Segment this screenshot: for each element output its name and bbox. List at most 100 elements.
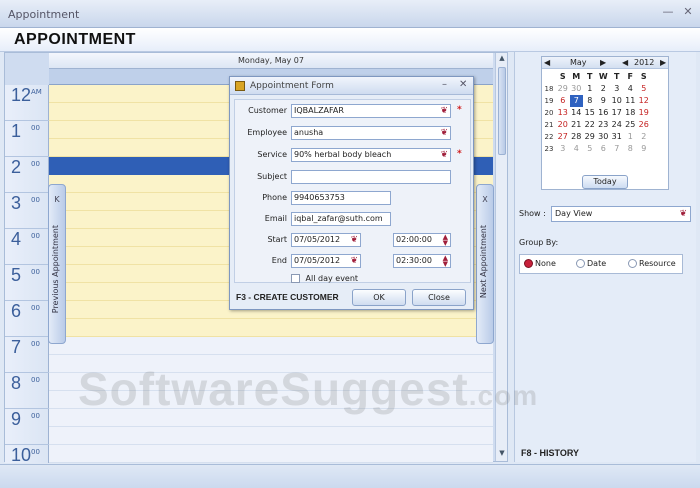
calendar-day[interactable]: 2: [597, 83, 611, 95]
calendar-day[interactable]: 29: [556, 83, 570, 95]
calendar-day[interactable]: 4: [570, 143, 584, 155]
dialog-close-icon[interactable]: ✕: [459, 79, 467, 90]
calendar-day[interactable]: 9: [597, 95, 611, 107]
calendar-day[interactable]: 8: [583, 95, 597, 107]
view-select[interactable]: Day View ❦: [551, 206, 691, 222]
calendar-day[interactable]: 25: [624, 119, 638, 131]
calendar-day[interactable]: 22: [583, 119, 597, 131]
scroll-down-icon[interactable]: ▼: [498, 449, 506, 459]
calendar-day[interactable]: 4: [624, 83, 638, 95]
month-label[interactable]: May: [570, 58, 587, 67]
calendar-day[interactable]: 6: [556, 95, 570, 107]
next-year-icon[interactable]: ▶: [660, 58, 666, 67]
next-appointment-tab[interactable]: X Next Appointment: [476, 184, 494, 344]
ok-button[interactable]: OK: [352, 289, 406, 306]
spinner-icon[interactable]: ▲ ▼: [443, 234, 448, 246]
minimize-icon[interactable]: —: [662, 6, 674, 18]
radio-icon[interactable]: [576, 259, 585, 268]
dialog-minimize-icon[interactable]: –: [442, 79, 447, 90]
calendar-day[interactable]: 18: [624, 107, 638, 119]
radio-selected-icon[interactable]: [524, 259, 533, 268]
calendar-day[interactable]: 3: [556, 143, 570, 155]
calendar-day[interactable]: 24: [610, 119, 624, 131]
customer-select[interactable]: IQBALZAFAR ❦: [291, 104, 451, 118]
calendar-day[interactable]: 2: [637, 131, 651, 143]
radio-date[interactable]: Date: [576, 259, 606, 268]
hour-slot: 7 00: [5, 337, 49, 373]
calendar-day[interactable]: 27: [556, 131, 570, 143]
email-input[interactable]: iqbal_zafar@suth.com: [291, 212, 391, 226]
subject-input[interactable]: [291, 170, 451, 184]
all-day-checkbox[interactable]: All day event: [291, 274, 358, 283]
radio-icon[interactable]: [628, 259, 637, 268]
calendar-day[interactable]: 31: [610, 131, 624, 143]
calendar-day[interactable]: 7: [569, 95, 583, 107]
close-button[interactable]: Close: [412, 289, 466, 306]
calendar-day[interactable]: 28: [570, 131, 584, 143]
calendar-day[interactable]: 16: [597, 107, 611, 119]
week-row: 29 30 1 2 3 4 5: [556, 83, 651, 95]
checkbox-icon[interactable]: [291, 274, 300, 283]
end-date-picker[interactable]: 07/05/2012 ❦: [291, 254, 361, 268]
phone-input[interactable]: 9940653753: [291, 191, 391, 205]
calendar-day[interactable]: 30: [570, 83, 584, 95]
calendar-day[interactable]: 9: [637, 143, 651, 155]
start-date-picker[interactable]: 07/05/2012 ❦: [291, 233, 361, 247]
hour-number: 5: [11, 265, 22, 285]
scrollbar-thumb[interactable]: [498, 67, 506, 155]
calendar-day[interactable]: 1: [624, 131, 638, 143]
calendar-day[interactable]: 1: [583, 83, 597, 95]
window-title: Appointment: [8, 8, 80, 21]
chevron-down-icon[interactable]: ❦: [440, 105, 448, 117]
start-time-spinner[interactable]: 02:00:00 ▲ ▼: [393, 233, 451, 247]
weekday-label: M: [572, 72, 581, 81]
dialog-titlebar[interactable]: Appointment Form – ✕: [230, 77, 473, 95]
calendar-day[interactable]: 7: [610, 143, 624, 155]
calendar-day[interactable]: 26: [637, 119, 651, 131]
radio-none[interactable]: None: [524, 259, 556, 268]
weekday-row: SMTWTFS: [556, 71, 651, 83]
calendar-day[interactable]: 23: [597, 119, 611, 131]
non-working-hours[interactable]: [49, 337, 493, 463]
spinner-icon[interactable]: ▲ ▼: [443, 255, 448, 267]
calendar-day[interactable]: 8: [624, 143, 638, 155]
hour-minutes: 00: [31, 304, 40, 312]
next-month-icon[interactable]: ▶: [600, 58, 606, 67]
weekday-label: S: [559, 72, 566, 81]
service-select[interactable]: 90% herbal body bleach ❦: [291, 148, 451, 162]
group-by-label: Group By:: [519, 238, 559, 247]
chevron-down-icon[interactable]: ❦: [440, 149, 448, 161]
calendar-day[interactable]: 12: [637, 95, 651, 107]
calendar-day[interactable]: 10: [610, 95, 624, 107]
calendar-day[interactable]: 13: [556, 107, 570, 119]
today-button[interactable]: Today: [582, 175, 628, 189]
calendar-day[interactable]: 17: [610, 107, 624, 119]
calendar-day[interactable]: 5: [637, 83, 651, 95]
day-header[interactable]: Monday, May 07: [49, 53, 493, 69]
previous-appointment-tab[interactable]: K Previous Appointment: [48, 184, 66, 344]
calendar-day[interactable]: 21: [570, 119, 584, 131]
vertical-scrollbar[interactable]: ▲ ▼: [495, 53, 507, 461]
chevron-down-icon[interactable]: ❦: [440, 127, 448, 139]
employee-select[interactable]: anusha ❦: [291, 126, 451, 140]
radio-resource[interactable]: Resource: [628, 259, 676, 268]
calendar-day[interactable]: 15: [583, 107, 597, 119]
chevron-down-icon[interactable]: ❦: [350, 255, 358, 267]
calendar-day[interactable]: 20: [556, 119, 570, 131]
calendar-day[interactable]: 14: [570, 107, 584, 119]
calendar-day[interactable]: 29: [583, 131, 597, 143]
prev-month-icon[interactable]: ◀: [544, 58, 550, 67]
calendar-day[interactable]: 30: [597, 131, 611, 143]
scroll-up-icon[interactable]: ▲: [498, 54, 506, 64]
calendar-day[interactable]: 3: [610, 83, 624, 95]
calendar-day[interactable]: 11: [624, 95, 638, 107]
chevron-down-icon[interactable]: ❦: [350, 234, 358, 246]
chevron-down-icon[interactable]: ❦: [679, 207, 687, 221]
calendar-day[interactable]: 6: [597, 143, 611, 155]
year-label[interactable]: 2012: [634, 58, 654, 67]
calendar-day[interactable]: 5: [583, 143, 597, 155]
calendar-day[interactable]: 19: [637, 107, 651, 119]
end-time-spinner[interactable]: 02:30:00 ▲ ▼: [393, 254, 451, 268]
close-icon[interactable]: ✕: [682, 6, 694, 18]
prev-year-icon[interactable]: ◀: [622, 58, 628, 67]
